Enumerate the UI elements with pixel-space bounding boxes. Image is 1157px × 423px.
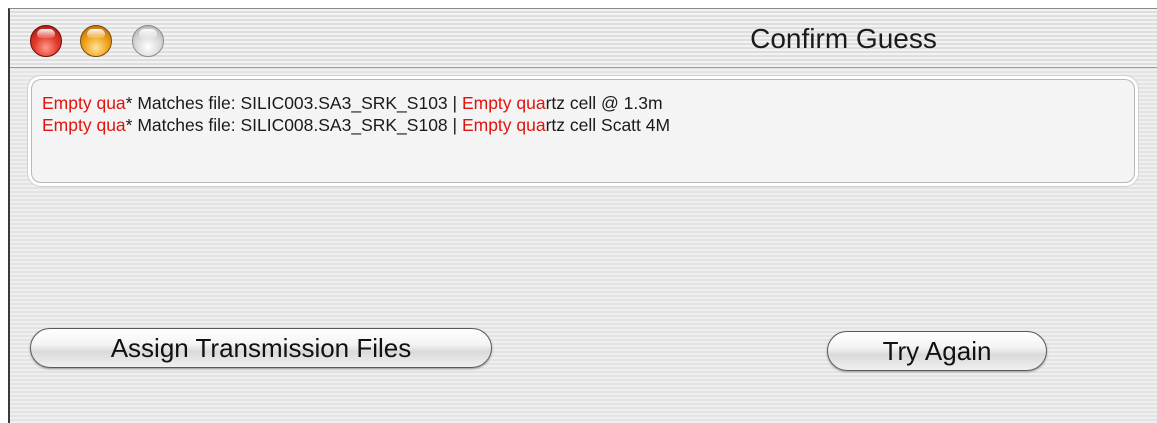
description-rest: rtz cell @ 1.3m <box>545 93 663 113</box>
description-rest: rtz cell Scatt 4M <box>545 115 671 135</box>
separator: | <box>447 115 462 135</box>
description-highlight: Empty qua <box>461 93 546 113</box>
match-prefix: Empty qua <box>42 93 126 113</box>
match-list[interactable]: Empty qua* Matches file: SILIC003.SA3_SR… <box>31 79 1135 183</box>
title-bar[interactable]: Confirm Guess <box>10 9 1157 68</box>
try-again-button[interactable]: Try Again <box>827 331 1047 371</box>
window-title: Confirm Guess <box>750 23 937 54</box>
list-item[interactable]: Empty qua* Matches file: SILIC008.SA3_SR… <box>42 114 670 136</box>
matches-label: Matches file: <box>132 93 241 113</box>
matches-label: Matches file: <box>132 115 241 135</box>
confirm-guess-window: Confirm Guess Empty qua* Matches file: S… <box>8 8 1157 423</box>
match-filename: SILIC003.SA3_SRK_S103 <box>240 93 448 113</box>
match-prefix: Empty qua <box>42 115 126 135</box>
separator: | <box>447 93 462 113</box>
assign-transmission-files-button[interactable]: Assign Transmission Files <box>30 328 492 368</box>
list-item[interactable]: Empty qua* Matches file: SILIC003.SA3_SR… <box>42 92 663 114</box>
match-filename: SILIC008.SA3_SRK_S108 <box>240 115 448 135</box>
description-highlight: Empty qua <box>461 115 546 135</box>
